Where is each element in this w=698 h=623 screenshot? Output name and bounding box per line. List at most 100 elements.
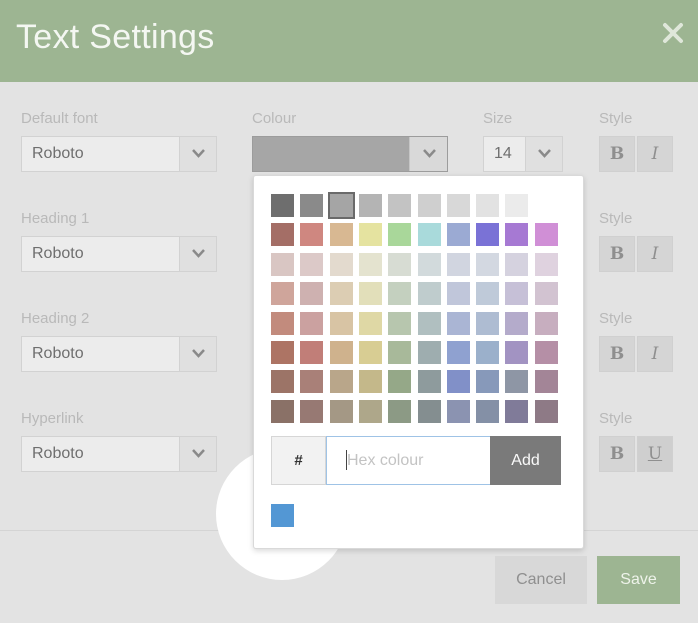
palette-swatch[interactable] — [446, 282, 470, 306]
recent-colour-swatch[interactable] — [271, 504, 294, 527]
palette-swatch[interactable] — [300, 223, 324, 247]
palette-swatch[interactable] — [534, 341, 558, 364]
palette-swatch[interactable] — [300, 282, 324, 306]
size-select[interactable]: 14 — [483, 136, 563, 172]
bold-button-default[interactable]: B — [599, 136, 635, 172]
palette-swatch[interactable] — [358, 311, 382, 335]
palette-swatch[interactable] — [271, 370, 294, 394]
palette-swatch[interactable] — [446, 399, 470, 423]
palette-swatch[interactable] — [271, 194, 294, 217]
heading-1-font-select[interactable]: Roboto — [21, 236, 217, 272]
palette-swatch[interactable] — [388, 282, 412, 306]
palette-swatch[interactable] — [417, 399, 441, 423]
palette-swatch[interactable] — [388, 341, 412, 364]
palette-swatch[interactable] — [505, 282, 529, 306]
palette-swatch[interactable] — [505, 370, 529, 394]
underline-button-hyperlink[interactable]: U — [637, 436, 673, 472]
palette-swatch[interactable] — [534, 252, 558, 276]
palette-swatch[interactable] — [329, 311, 353, 335]
palette-swatch[interactable] — [300, 370, 324, 394]
palette-swatch[interactable] — [417, 311, 441, 335]
palette-swatch[interactable] — [417, 223, 441, 247]
palette-swatch[interactable] — [476, 223, 500, 247]
palette-swatch[interactable] — [417, 194, 441, 217]
palette-swatch[interactable] — [388, 311, 412, 335]
palette-swatch[interactable] — [300, 311, 324, 335]
palette-swatch[interactable] — [534, 370, 558, 394]
palette-swatch[interactable] — [476, 370, 500, 394]
colour-select[interactable] — [252, 136, 448, 172]
palette-swatch[interactable] — [505, 223, 529, 247]
palette-swatch[interactable] — [271, 399, 294, 423]
palette-swatch[interactable] — [476, 341, 500, 364]
palette-swatch[interactable] — [505, 194, 529, 217]
palette-swatch[interactable] — [300, 194, 324, 217]
palette-swatch[interactable] — [534, 282, 558, 306]
default-font-select[interactable]: Roboto — [21, 136, 217, 172]
chevron-down-icon[interactable] — [409, 137, 447, 171]
palette-swatch[interactable] — [329, 399, 353, 423]
palette-swatch[interactable] — [271, 252, 294, 276]
save-button[interactable]: Save — [597, 556, 680, 604]
palette-swatch[interactable] — [534, 194, 558, 217]
palette-swatch[interactable] — [476, 399, 500, 423]
palette-swatch[interactable] — [358, 282, 382, 306]
palette-swatch[interactable] — [417, 370, 441, 394]
palette-swatch[interactable] — [505, 341, 529, 364]
add-colour-button[interactable]: Add — [490, 436, 561, 485]
palette-swatch[interactable] — [329, 282, 353, 306]
palette-swatch[interactable] — [388, 252, 412, 276]
palette-swatch[interactable] — [446, 370, 470, 394]
palette-swatch[interactable] — [271, 282, 294, 306]
palette-swatch[interactable] — [329, 370, 353, 394]
italic-button-heading-1[interactable]: I — [637, 236, 673, 272]
palette-swatch[interactable] — [358, 194, 382, 217]
palette-swatch[interactable] — [505, 252, 529, 276]
palette-swatch[interactable] — [446, 252, 470, 276]
palette-swatch[interactable] — [358, 252, 382, 276]
palette-swatch[interactable] — [417, 341, 441, 364]
palette-swatch[interactable] — [446, 311, 470, 335]
palette-swatch[interactable] — [388, 223, 412, 247]
palette-swatch[interactable] — [300, 252, 324, 276]
palette-swatch[interactable] — [300, 341, 324, 364]
chevron-down-icon[interactable] — [179, 437, 216, 471]
close-icon[interactable] — [660, 20, 686, 46]
palette-swatch[interactable] — [358, 370, 382, 394]
palette-swatch[interactable] — [327, 192, 355, 219]
palette-swatch[interactable] — [446, 341, 470, 364]
palette-swatch[interactable] — [446, 194, 470, 217]
palette-swatch[interactable] — [476, 252, 500, 276]
chevron-down-icon[interactable] — [525, 137, 562, 171]
chevron-down-icon[interactable] — [179, 337, 216, 371]
heading-2-font-select[interactable]: Roboto — [21, 336, 217, 372]
palette-swatch[interactable] — [388, 194, 412, 217]
palette-swatch[interactable] — [417, 252, 441, 276]
chevron-down-icon[interactable] — [179, 237, 216, 271]
palette-swatch[interactable] — [505, 399, 529, 423]
palette-swatch[interactable] — [329, 223, 353, 247]
palette-swatch[interactable] — [476, 194, 500, 217]
cancel-button[interactable]: Cancel — [495, 556, 587, 604]
palette-swatch[interactable] — [476, 282, 500, 306]
palette-swatch[interactable] — [271, 341, 294, 364]
palette-swatch[interactable] — [534, 311, 558, 335]
italic-button-default[interactable]: I — [637, 136, 673, 172]
palette-swatch[interactable] — [417, 282, 441, 306]
italic-button-heading-2[interactable]: I — [637, 336, 673, 372]
palette-swatch[interactable] — [271, 311, 294, 335]
palette-swatch[interactable] — [505, 311, 529, 335]
bold-button-heading-1[interactable]: B — [599, 236, 635, 272]
bold-button-hyperlink[interactable]: B — [599, 436, 635, 472]
palette-swatch[interactable] — [388, 399, 412, 423]
palette-swatch[interactable] — [329, 341, 353, 364]
bold-button-heading-2[interactable]: B — [599, 336, 635, 372]
palette-swatch[interactable] — [358, 341, 382, 364]
chevron-down-icon[interactable] — [179, 137, 216, 171]
palette-swatch[interactable] — [271, 223, 294, 247]
palette-swatch[interactable] — [446, 223, 470, 247]
palette-swatch[interactable] — [358, 223, 382, 247]
palette-swatch[interactable] — [534, 399, 558, 423]
palette-swatch[interactable] — [388, 370, 412, 394]
palette-swatch[interactable] — [300, 399, 324, 423]
